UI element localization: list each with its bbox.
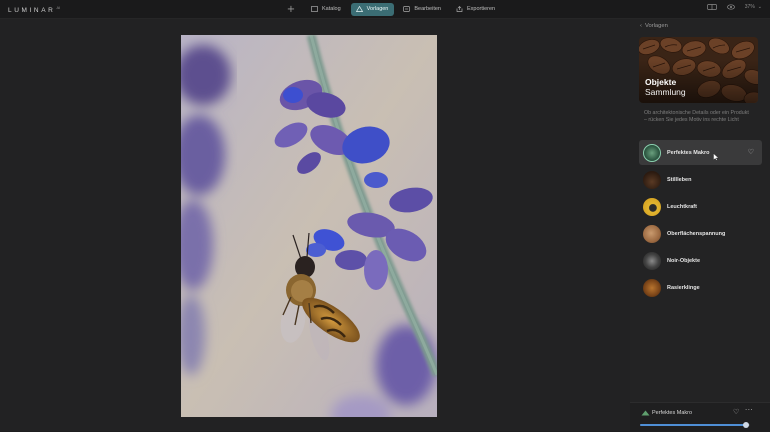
template-noir-objekte[interactable]: Noir-Objekte — [639, 248, 762, 273]
photo-preview[interactable] — [181, 35, 437, 417]
export-icon — [456, 6, 463, 12]
collection-hero: Objekte Sammlung — [639, 37, 758, 103]
template-stillleben[interactable]: Stillleben — [639, 167, 762, 192]
top-right-controls: 37% ⌄ — [706, 4, 762, 10]
more-options-icon[interactable]: ··· — [745, 406, 753, 414]
template-thumb — [643, 143, 661, 162]
chevron-left-icon: ‹ — [640, 23, 642, 29]
template-amount-slider[interactable] — [640, 422, 750, 428]
edit-icon — [403, 6, 411, 12]
template-thumb — [643, 224, 661, 243]
compare-icon[interactable] — [706, 4, 717, 10]
main-nav: + Katalog Vorlagen Bearbeiten Exportiere… — [284, 2, 501, 16]
tab-vorlagen[interactable]: Vorlagen — [350, 2, 395, 16]
collection-subtitle: Sammlung — [645, 87, 686, 97]
slider-handle[interactable] — [742, 422, 749, 428]
cursor-icon — [713, 153, 719, 161]
template-perfektes-makro[interactable]: Perfektes Makro ♡ — [639, 140, 762, 165]
template-oberflaechenspannung[interactable]: Oberflächenspannung — [639, 221, 762, 246]
eye-icon[interactable] — [726, 4, 735, 10]
plus-icon[interactable]: + — [284, 2, 298, 16]
template-leuchtkraft[interactable]: Leuchtkraft — [639, 194, 762, 219]
template-applied-icon — [641, 410, 650, 416]
template-thumb — [643, 170, 661, 189]
templates-panel: ‹ Vorlagen Objekte Sammlung Ob architekt… — [630, 19, 770, 431]
zoom-level[interactable]: 37% — [745, 4, 755, 10]
app-logo: LUMINARAI — [8, 5, 61, 15]
template-thumb — [643, 278, 661, 297]
collection-title: Objekte — [645, 77, 677, 87]
slider-fill — [640, 424, 746, 426]
favorite-heart-icon[interactable]: ♡ — [748, 148, 754, 156]
template-thumb — [643, 197, 661, 216]
catalog-icon — [311, 6, 318, 12]
chevron-down-icon[interactable]: ⌄ — [758, 4, 762, 10]
back-to-templates[interactable]: ‹ Vorlagen — [640, 23, 668, 29]
applied-template-name: Perfektes Makro — [652, 410, 693, 416]
template-thumb — [643, 251, 661, 270]
template-list: Perfektes Makro ♡ Stillleben Leuchtkraft… — [639, 140, 762, 302]
top-bar: LUMINARAI + Katalog Vorlagen Bearbeiten … — [0, 0, 770, 19]
favorite-heart-icon[interactable]: ♡ — [733, 408, 739, 416]
tab-katalog[interactable]: Katalog — [306, 3, 347, 16]
tab-exportieren[interactable]: Exportieren — [451, 3, 501, 16]
bee-lavender-photo — [181, 35, 437, 417]
tab-bearbeiten[interactable]: Bearbeiten — [398, 3, 447, 16]
templates-icon — [355, 6, 363, 12]
collection-description: Ob architektonische Details oder ein Pro… — [644, 110, 749, 124]
template-rasierklinge[interactable]: Rasierklinge — [639, 275, 762, 300]
applied-template-bar: Perfektes Makro ♡ ··· — [630, 402, 770, 432]
